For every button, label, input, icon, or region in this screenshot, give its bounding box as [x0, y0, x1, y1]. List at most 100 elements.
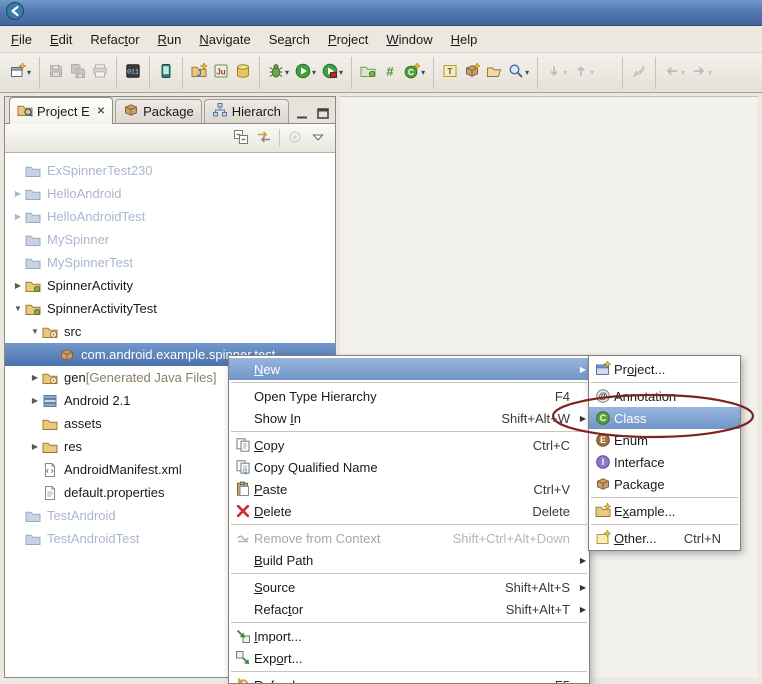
twisty-collapsed-icon[interactable]: ▶ [28, 396, 42, 405]
menu-item-interface[interactable]: IInterface [589, 451, 740, 473]
toolbar-new-package-button[interactable] [461, 59, 483, 87]
toolbar-back-button: ▾ [661, 59, 688, 87]
view-menu-button[interactable] [310, 129, 326, 148]
tree-item-spinneractivitytest[interactable]: ▼SpinnerActivityTest [5, 297, 335, 320]
link-with-editor-button[interactable] [256, 129, 272, 148]
dropdown-arrow-icon[interactable]: ▾ [525, 68, 529, 77]
toolbar-run-button[interactable]: ▾ [292, 59, 319, 87]
dropdown-arrow-icon[interactable]: ▾ [285, 68, 289, 77]
forward-icon [691, 63, 707, 82]
menu-project[interactable]: Project [319, 28, 377, 51]
menu-item-delete[interactable]: DeleteDelete [229, 500, 589, 522]
menu-item-open-type-hierarchy[interactable]: Open Type HierarchyF4 [229, 385, 589, 407]
tree-item-helloandroidtest[interactable]: ▶HelloAndroidTest [5, 205, 335, 228]
window-titlebar[interactable] [0, 0, 762, 26]
dropdown-arrow-icon[interactable]: ▾ [681, 68, 685, 77]
toolbar-group [149, 57, 180, 89]
tree-item-helloandroid[interactable]: ▶HelloAndroid [5, 182, 335, 205]
open-type-icon: T [442, 63, 458, 82]
menu-navigate[interactable]: Navigate [190, 28, 259, 51]
twisty-collapsed-icon[interactable]: ▶ [11, 189, 25, 198]
menu-item-new[interactable]: New▶ [229, 358, 589, 380]
dropdown-arrow-icon[interactable]: ▾ [421, 68, 425, 77]
menu-item-other[interactable]: Other...Ctrl+N [589, 527, 740, 549]
toolbar-junit-wizard-button[interactable]: Ju [210, 59, 232, 87]
dropdown-arrow-icon[interactable]: ▾ [590, 68, 594, 77]
dropdown-arrow-icon[interactable]: ▾ [312, 68, 316, 77]
collapse-all-button[interactable] [233, 129, 249, 148]
toolbar-external-tools-button[interactable]: ▾ [319, 59, 346, 87]
maximize-view-button[interactable] [314, 105, 332, 123]
toolbar-new-wizard-button[interactable]: ▾ [7, 59, 34, 87]
tree-item-exspinnertest230[interactable]: ExSpinnerTest230 [5, 159, 335, 182]
toolbar-android-device-manager-button[interactable] [155, 59, 177, 87]
toolbar-java-wizard-button[interactable]: J [188, 59, 210, 87]
minimize-view-button[interactable] [293, 105, 311, 123]
menu-item-enum[interactable]: EEnum [589, 429, 740, 451]
dropdown-arrow-icon[interactable]: ▾ [708, 68, 712, 77]
android-device-manager-icon [158, 63, 174, 82]
twisty-expanded-icon[interactable]: ▼ [28, 327, 42, 336]
tree-item-label: ExSpinnerTest230 [45, 163, 153, 178]
toolbar-new-android-project-button[interactable] [357, 59, 379, 87]
toolbar-open-type-button[interactable]: T [439, 59, 461, 87]
menu-edit[interactable]: Edit [41, 28, 81, 51]
toolbar-android-sdk-manager-button[interactable]: 011 [122, 59, 144, 87]
tree-item-spinneractivity[interactable]: ▶SpinnerActivity [5, 274, 335, 297]
tab-project-e[interactable]: Project E✕ [9, 97, 113, 124]
menu-run[interactable]: Run [149, 28, 191, 51]
menu-item-package[interactable]: Package [589, 473, 740, 495]
twisty-collapsed-icon[interactable]: ▶ [28, 373, 42, 382]
menu-item-copy[interactable]: CopyCtrl+C [229, 434, 589, 456]
menu-item-source[interactable]: SourceShift+Alt+S▶ [229, 576, 589, 598]
menu-help[interactable]: Help [442, 28, 487, 51]
menu-item-annotation[interactable]: @Annotation [589, 385, 740, 407]
tree-item-src[interactable]: ▼src [5, 320, 335, 343]
tree-item-label: res [62, 439, 82, 454]
tree-item-myspinner[interactable]: MySpinner [5, 228, 335, 251]
menu-window[interactable]: Window [377, 28, 441, 51]
svg-text:#: # [386, 64, 394, 79]
toolbar-new-android-xml-button[interactable]: # [379, 59, 401, 87]
twisty-collapsed-icon[interactable]: ▶ [11, 281, 25, 290]
dropdown-arrow-icon[interactable]: ▾ [27, 68, 31, 77]
toolbar-jar-wizard-button[interactable] [232, 59, 254, 87]
toolbar-prev-annotation-button: ▾ [570, 59, 597, 87]
dropdown-arrow-icon[interactable]: ▾ [339, 68, 343, 77]
menu-item-copy-qualified-name[interactable]: qCopy Qualified Name [229, 456, 589, 478]
toolbar-debug-button[interactable]: ▾ [265, 59, 292, 87]
menu-item-refresh[interactable]: RefreshF5 [229, 674, 589, 684]
menu-refactor[interactable]: Refactor [81, 28, 148, 51]
menu-item-show-in[interactable]: Show InShift+Alt+W▶ [229, 407, 589, 429]
svg-text:C: C [408, 67, 414, 77]
menu-item-paste[interactable]: PasteCtrl+V [229, 478, 589, 500]
menu-item-class[interactable]: CClass [589, 407, 740, 429]
twisty-collapsed-icon[interactable]: ▶ [11, 212, 25, 221]
tab-label: Package [143, 104, 194, 119]
toolbar-new-class-button[interactable]: C▾ [401, 59, 428, 87]
menu-item-example[interactable]: Example... [589, 500, 740, 522]
menu-item-label: Import... [254, 629, 570, 644]
toolbar-search-button[interactable]: ▾ [505, 59, 532, 87]
twisty-expanded-icon[interactable]: ▼ [11, 304, 25, 313]
twisty-collapsed-icon[interactable]: ▶ [28, 442, 42, 451]
tab-package[interactable]: Package [115, 99, 202, 123]
dropdown-arrow-icon[interactable]: ▾ [563, 68, 567, 77]
menu-item-label: Source [254, 580, 505, 595]
tab-close-icon[interactable]: ✕ [97, 106, 105, 117]
menu-item-build-path[interactable]: Build Path▶ [229, 549, 589, 571]
menu-item-refactor[interactable]: RefactorShift+Alt+T▶ [229, 598, 589, 620]
toolbar-open-folder-button[interactable] [483, 59, 505, 87]
menu-search[interactable]: Search [260, 28, 319, 51]
menu-item-import[interactable]: Import... [229, 625, 589, 647]
mnemonic-underline: E [50, 32, 59, 47]
menu-item-project[interactable]: Project... [589, 358, 740, 380]
tree-item-myspinnertest[interactable]: MySpinnerTest [5, 251, 335, 274]
menu-file[interactable]: File [2, 28, 41, 51]
toolbar-group: #C▾ [351, 57, 431, 89]
new-android-project-icon [360, 63, 376, 82]
menu-item-export[interactable]: Export... [229, 647, 589, 669]
view-tab-row: Project E✕ Package Hierarch [5, 97, 335, 124]
view-menu-icon [310, 129, 326, 148]
tab-hierarch[interactable]: Hierarch [204, 99, 289, 123]
